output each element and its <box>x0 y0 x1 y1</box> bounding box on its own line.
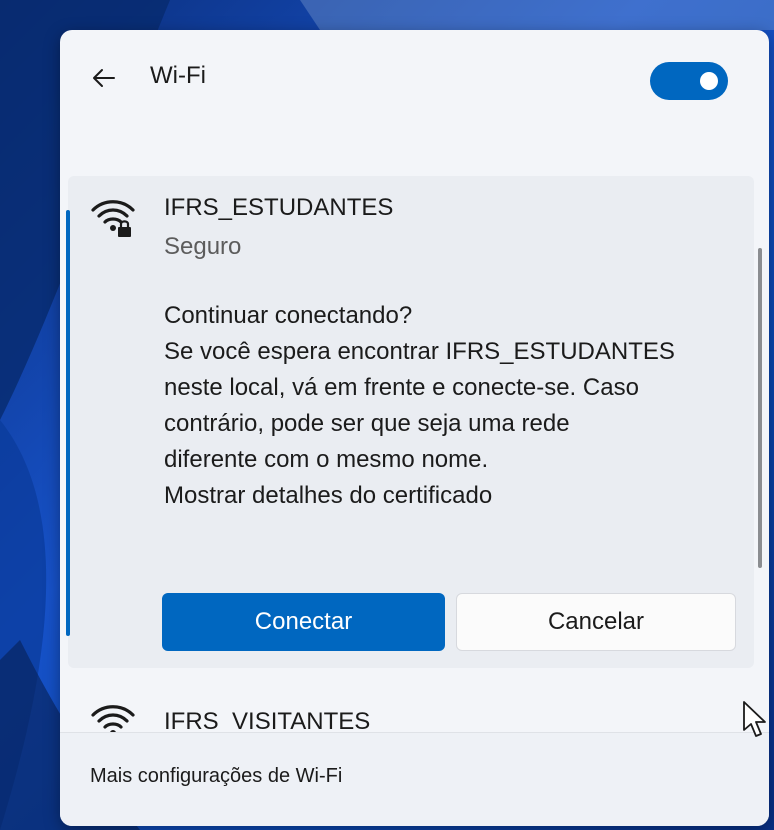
message-line: contrário, pode ser que seja uma rede <box>164 410 570 437</box>
wifi-toggle[interactable] <box>650 62 728 100</box>
show-certificate-link[interactable]: Mostrar detalhes do certificado <box>164 478 744 514</box>
cancel-button[interactable]: Cancelar <box>456 593 736 651</box>
wifi-icon <box>91 705 135 732</box>
network-status: Seguro <box>164 233 242 260</box>
more-wifi-settings-link[interactable]: Mais configurações de Wi-Fi <box>90 765 342 788</box>
back-button[interactable] <box>86 60 122 96</box>
network-ssid: IFRS_ESTUDANTES <box>164 194 394 221</box>
wifi-flyout-panel: Wi-Fi IFRS_ESTUDANTES Seguro Continuar c… <box>60 30 769 826</box>
flyout-footer: Mais configurações de Wi-Fi <box>60 732 769 826</box>
mouse-pointer-icon <box>743 701 766 737</box>
page-title: Wi-Fi <box>150 62 206 89</box>
back-arrow-icon <box>93 69 115 87</box>
connection-warning-message: Continuar conectando? Se você espera enc… <box>164 298 744 514</box>
scrollbar-thumb[interactable] <box>758 248 762 568</box>
selection-indicator <box>66 210 70 636</box>
flyout-header: Wi-Fi <box>60 30 769 170</box>
network-item[interactable]: IFRS_VISITANTES <box>68 676 754 732</box>
connect-button[interactable]: Conectar <box>162 593 445 651</box>
wifi-secured-icon <box>91 200 135 237</box>
toggle-knob <box>700 72 718 90</box>
message-line: Continuar conectando? <box>164 302 413 329</box>
message-line: neste local, vá em frente e conecte-se. … <box>164 374 639 401</box>
message-line: Se você espera encontrar IFRS_ESTUDANTES <box>164 338 675 365</box>
network-ssid: IFRS_VISITANTES <box>164 708 371 732</box>
message-line: diferente com o mesmo nome. <box>164 446 489 473</box>
